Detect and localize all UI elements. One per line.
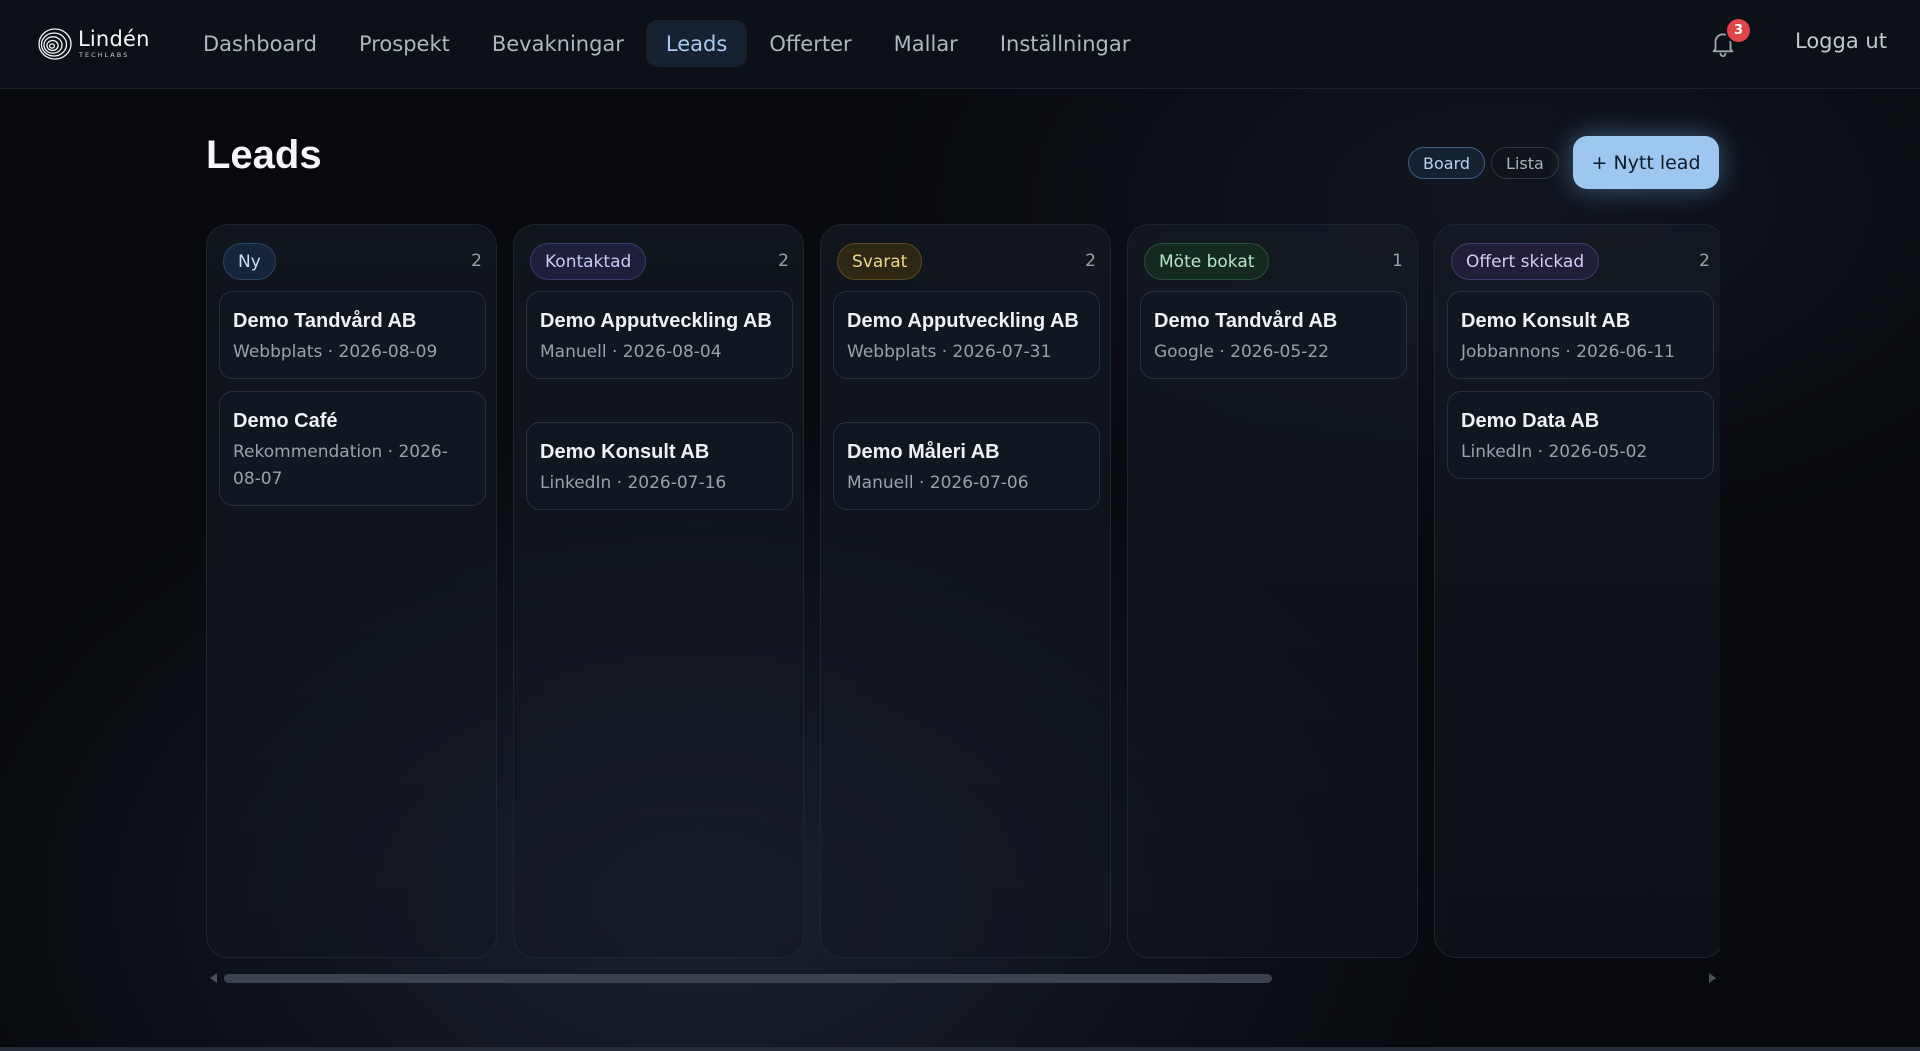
lead-card-title: Demo Konsult AB	[1461, 310, 1631, 332]
status-pill-mote-bokat: Möte bokat	[1144, 243, 1270, 280]
page-title: Leads	[206, 133, 322, 177]
brand-tagline: TECHLABS	[79, 51, 130, 60]
status-pill-ny: Ny	[223, 243, 276, 280]
window-bottom-border	[0, 1047, 1920, 1051]
nav-item-prospekt[interactable]: Prospekt	[339, 20, 470, 67]
board-column-ny: Ny 2 Demo Tandvård AB Webbplats · 2026-0…	[206, 224, 497, 958]
brand-name: Lindén	[78, 27, 150, 52]
view-toggle: Board Lista	[1408, 147, 1565, 179]
main-nav: Dashboard Prospekt Bevakningar Leads Off…	[183, 20, 1152, 67]
lead-card-title: Demo Apputveckling AB	[540, 310, 772, 332]
lead-card-title: Demo Måleri AB	[847, 441, 1000, 463]
nav-item-leads[interactable]: Leads	[645, 20, 748, 67]
nav-item-installningar[interactable]: Inställningar	[980, 20, 1151, 67]
status-pill-offert-skickad: Offert skickad	[1451, 243, 1600, 280]
column-count: 1	[1392, 251, 1403, 271]
board-column-mote-bokat: Möte bokat 1 Demo Tandvård AB Google · 2…	[1127, 224, 1418, 958]
scrollbar-thumb[interactable]	[224, 974, 1272, 983]
board-column-offert-skickad: Offert skickad 2 Demo Konsult AB Jobbann…	[1434, 224, 1720, 958]
logout-button[interactable]: Logga ut	[1795, 29, 1887, 53]
nav-item-offerter[interactable]: Offerter	[749, 20, 871, 67]
lead-card-title: Demo Tandvård AB	[1154, 310, 1338, 332]
lead-card[interactable]: Demo Café Rekommendation · 2026-08-07	[219, 391, 486, 506]
lead-card-meta: LinkedIn · 2026-05-02	[1461, 442, 1648, 462]
lead-card[interactable]: Demo Konsult AB LinkedIn · 2026-07-16	[526, 422, 793, 510]
board-column-svarat: Svarat 2 Demo Apputveckling AB Webbplats…	[820, 224, 1111, 958]
nav-item-dashboard[interactable]: Dashboard	[183, 20, 337, 67]
column-count: 2	[1699, 251, 1710, 271]
lead-card-meta: Google · 2026-05-22	[1154, 342, 1329, 362]
lead-card-meta: Rekommendation · 2026-08-07	[233, 442, 448, 489]
status-pill-kontaktad: Kontaktad	[530, 243, 647, 280]
lead-card[interactable]: Demo Måleri AB Manuell · 2026-07-06	[833, 422, 1100, 510]
column-count: 2	[1085, 251, 1096, 271]
lead-card[interactable]: Demo Apputveckling AB Webbplats · 2026-0…	[833, 291, 1100, 379]
board-horizontal-scrollbar[interactable]	[206, 970, 1720, 986]
lead-card-title: Demo Konsult AB	[540, 441, 710, 463]
view-toggle-lista[interactable]: Lista	[1491, 147, 1559, 179]
lead-card-title: Demo Data AB	[1461, 410, 1600, 432]
lead-card[interactable]: Demo Apputveckling AB Manuell · 2026-08-…	[526, 291, 793, 379]
scroll-right-arrow-icon[interactable]	[1709, 973, 1716, 983]
status-pill-svarat: Svarat	[837, 243, 923, 280]
lead-card[interactable]: Demo Data AB LinkedIn · 2026-05-02	[1447, 391, 1714, 479]
lead-card-meta: Manuell · 2026-08-04	[540, 342, 722, 362]
lead-card-title: Demo Tandvård AB	[233, 310, 417, 332]
column-count: 2	[471, 251, 482, 271]
lead-card-meta: Webbplats · 2026-08-09	[233, 342, 438, 362]
board-column-kontaktad: Kontaktad 2 Demo Apputveckling AB Manuel…	[513, 224, 804, 958]
new-lead-button[interactable]: + Nytt lead	[1573, 136, 1719, 189]
lead-card-meta: Jobbannons · 2026-06-11	[1461, 342, 1676, 362]
lead-card-title: Demo Café	[233, 410, 338, 432]
lead-card-meta: LinkedIn · 2026-07-16	[540, 473, 727, 493]
kanban-board: Ny 2 Demo Tandvård AB Webbplats · 2026-0…	[206, 224, 1720, 960]
logo-spiral-icon	[38, 28, 72, 60]
view-toggle-board[interactable]: Board	[1408, 147, 1486, 179]
nav-item-mallar[interactable]: Mallar	[874, 20, 978, 67]
lead-card[interactable]: Demo Tandvård AB Google · 2026-05-22	[1140, 291, 1407, 379]
top-navigation-bar: Lindén TECHLABS Dashboard Prospekt Bevak…	[0, 0, 1920, 89]
lead-card-title: Demo Apputveckling AB	[847, 310, 1079, 332]
nav-item-bevakningar[interactable]: Bevakningar	[472, 20, 644, 67]
lead-card[interactable]: Demo Tandvård AB Webbplats · 2026-08-09	[219, 291, 486, 379]
lead-card-meta: Webbplats · 2026-07-31	[847, 342, 1052, 362]
lead-card-meta: Manuell · 2026-07-06	[847, 473, 1029, 493]
brand-logo[interactable]: Lindén TECHLABS	[37, 24, 150, 64]
column-count: 2	[778, 251, 789, 271]
notification-count-badge: 3	[1727, 19, 1750, 42]
scroll-left-arrow-icon[interactable]	[210, 973, 217, 983]
lead-card[interactable]: Demo Konsult AB Jobbannons · 2026-06-11	[1447, 291, 1714, 379]
